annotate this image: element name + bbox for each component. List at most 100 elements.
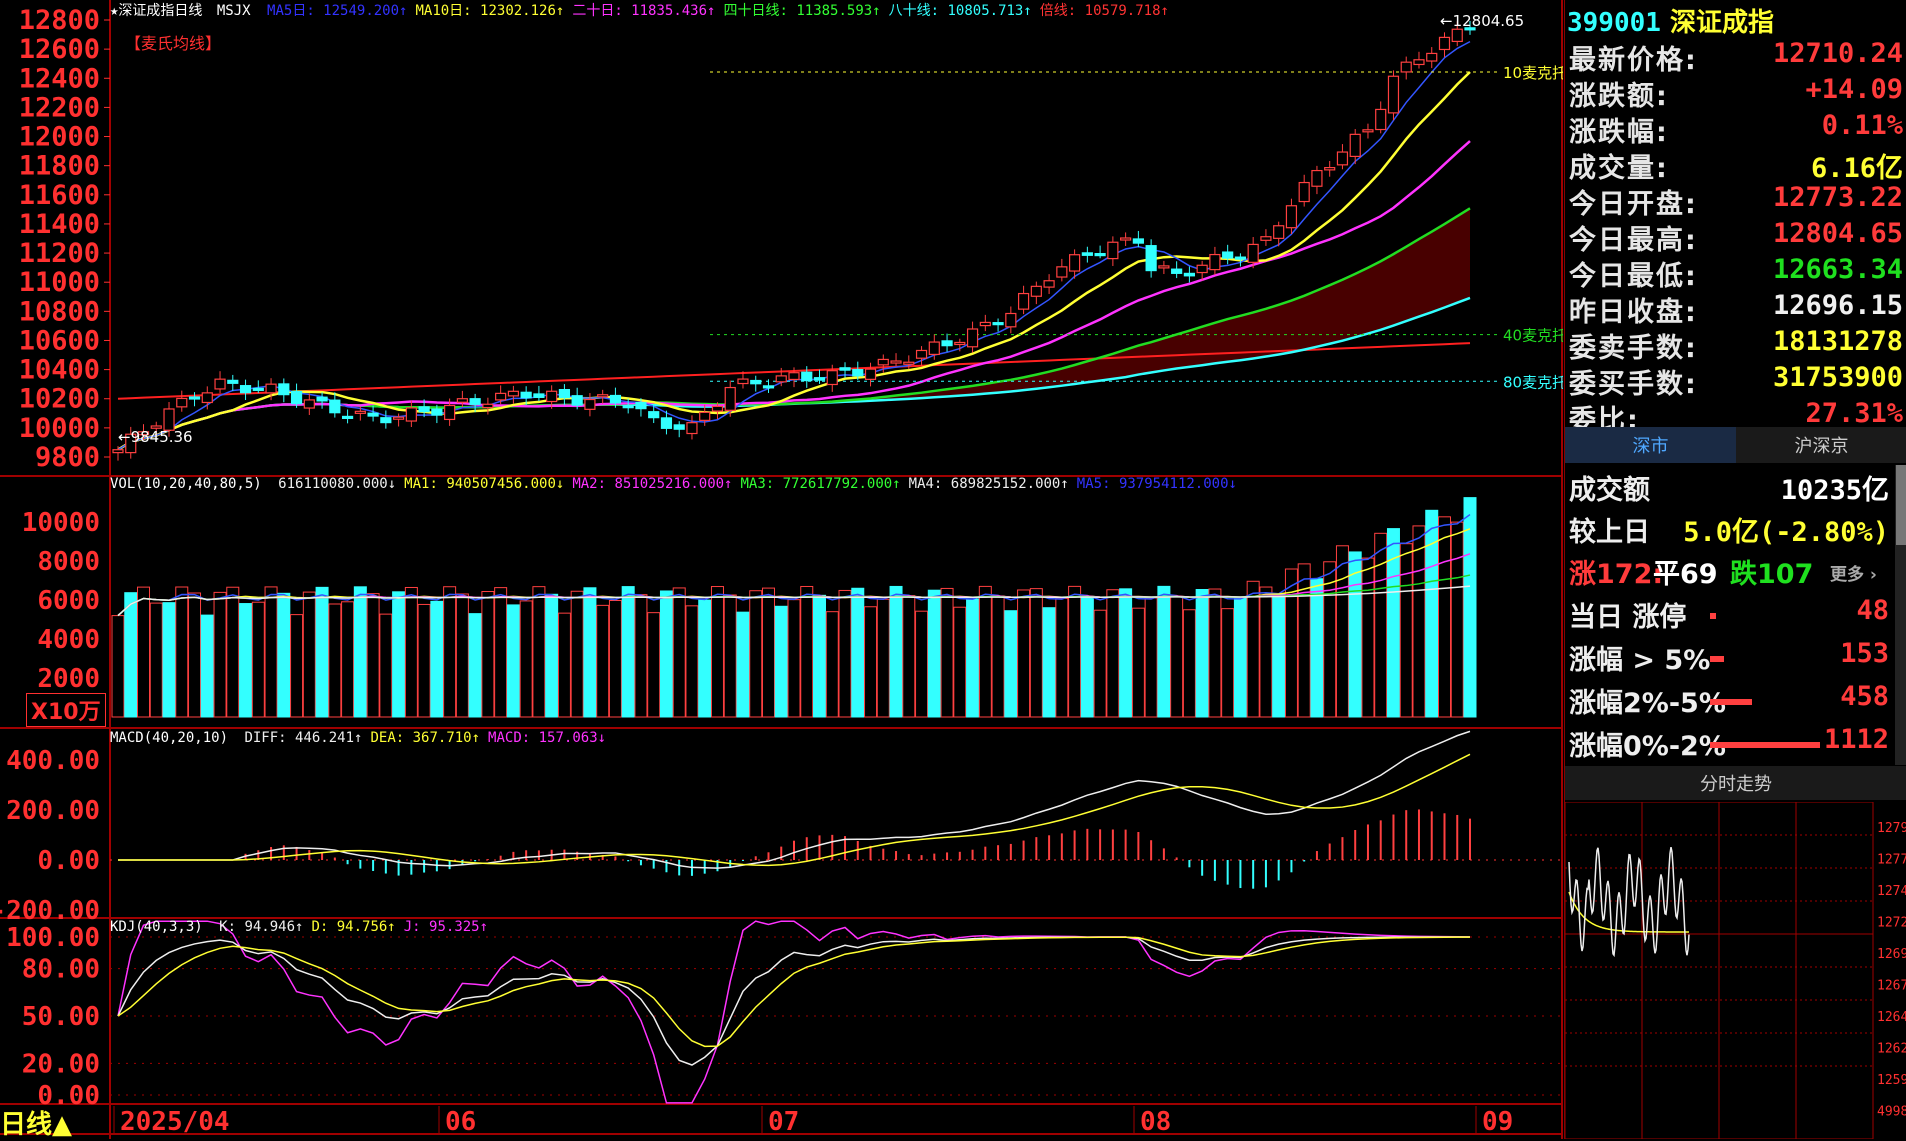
chart-title: ★深证成指日线 bbox=[110, 3, 203, 19]
high-price-marker: ←12804.65 bbox=[1440, 12, 1524, 30]
volume-bar bbox=[1157, 585, 1171, 718]
tab-all-markets[interactable]: 沪深京 bbox=[1736, 427, 1906, 463]
volume-bar bbox=[239, 603, 253, 718]
volume-bar bbox=[876, 598, 890, 718]
quote-panel: 399001 深证成指 最新价格: 12710.24 涨跌额: +14.09 涨跌幅: 0… bbox=[1564, 0, 1906, 1139]
volume-bar bbox=[621, 586, 635, 718]
volume-header: VOL(10,20,40,80,5) 616110080.000↓ MA1: 94… bbox=[110, 476, 1237, 492]
candle-body bbox=[405, 407, 417, 422]
price-tick-label: 11800 bbox=[19, 151, 100, 182]
ma-legend-item-4: 八十线: 10805.713↑ bbox=[888, 3, 1032, 19]
volume-bar bbox=[698, 599, 712, 718]
macd-tick-label: -200.00 bbox=[0, 896, 100, 926]
volume-bar bbox=[379, 613, 393, 718]
volume-bar bbox=[825, 611, 839, 718]
quote-value: 6.16亿 bbox=[1810, 153, 1903, 184]
volume-bar bbox=[851, 587, 865, 718]
quote-value: +14.09 bbox=[1805, 74, 1903, 105]
volume-bar bbox=[1182, 609, 1196, 718]
quote-label: 今日开盘: bbox=[1569, 189, 1698, 220]
candle-body bbox=[1413, 59, 1425, 66]
macd-tick-label: 0.00 bbox=[37, 846, 100, 876]
candle-body bbox=[699, 411, 711, 421]
volume-bar bbox=[545, 593, 559, 718]
candle-body bbox=[1107, 241, 1119, 260]
candle-body bbox=[1400, 61, 1412, 73]
candle-body bbox=[265, 383, 277, 394]
scrollbar-thumb[interactable] bbox=[1896, 465, 1906, 545]
volume-bar bbox=[162, 602, 176, 718]
market-stat-row: 涨幅2%-5% 458 bbox=[1565, 681, 1906, 721]
kdj-legend-item-2: J: 95.325↑ bbox=[403, 919, 489, 935]
candle-body bbox=[1056, 266, 1068, 278]
volume-bar bbox=[264, 586, 278, 718]
candle-body bbox=[456, 398, 468, 403]
candle-body bbox=[903, 361, 915, 365]
candle-body bbox=[1426, 52, 1438, 62]
market-stat-bar bbox=[1710, 613, 1716, 619]
candle-body bbox=[1196, 264, 1208, 274]
volume-bar bbox=[902, 595, 916, 718]
quote-row: 昨日收盘: 12696.15 bbox=[1565, 290, 1906, 328]
volume-bar bbox=[685, 605, 699, 718]
intraday-chart[interactable]: 12798 12772 12747 12722 12696 12671 12645 12620… bbox=[1565, 802, 1906, 1139]
candle-body bbox=[176, 397, 188, 408]
volume-tick-label: 2000 bbox=[37, 664, 100, 694]
candle-body bbox=[762, 385, 775, 389]
volume-bar bbox=[494, 587, 508, 718]
ma-line-5 bbox=[117, 40, 1471, 451]
tab-shenzhen[interactable]: 深市 bbox=[1565, 427, 1736, 463]
volume-bar bbox=[1348, 551, 1362, 718]
volume-bar bbox=[966, 598, 980, 718]
candle-body bbox=[290, 390, 303, 405]
quote-row: 涨跌幅: 0.11% bbox=[1565, 110, 1906, 148]
candle-body bbox=[188, 396, 201, 400]
candle-body bbox=[1158, 265, 1170, 269]
volume-bar bbox=[1412, 525, 1426, 718]
intraday-tick-label: 12772 bbox=[1877, 853, 1906, 868]
candle-body bbox=[1273, 225, 1285, 239]
volume-bar bbox=[1004, 610, 1018, 718]
stock-code: 399001 bbox=[1567, 8, 1661, 38]
candle-body bbox=[737, 378, 749, 385]
ma-legend: MA5日: 12549.200↑ MA10日: 12302.126↑ 二十日: 11… bbox=[259, 3, 1169, 19]
candle-body bbox=[1260, 236, 1272, 241]
volume-legend: 616110080.000↓ MA1: 940507456.000↓ MA2: 85… bbox=[270, 476, 1237, 492]
candle-body bbox=[801, 371, 813, 382]
candle-body bbox=[1043, 280, 1055, 288]
market-stat-row: 涨幅 > 5% 153 bbox=[1565, 638, 1906, 678]
intraday-title[interactable]: 分时走势 bbox=[1565, 766, 1906, 800]
candle-body bbox=[609, 394, 622, 404]
x-date-label: 08 bbox=[1140, 1107, 1171, 1137]
volume-bar bbox=[149, 602, 163, 718]
volume-bar bbox=[392, 591, 406, 718]
volume-bar bbox=[290, 614, 304, 718]
candle-body bbox=[112, 449, 124, 454]
candle-body bbox=[1324, 167, 1336, 171]
period-selector[interactable]: 日线▲ bbox=[0, 1104, 72, 1141]
candle-body bbox=[622, 405, 634, 409]
quote-row: 今日开盘: 12773.22 bbox=[1565, 182, 1906, 220]
ref-line-tag: 80麦克托 bbox=[1503, 373, 1563, 391]
kline-chart-canvas[interactable]: 1280012600124001220012000118001160011400… bbox=[0, 0, 1563, 1139]
volume-bar bbox=[213, 591, 227, 718]
candle-body bbox=[316, 396, 328, 402]
volume-legend-item-1: MA1: 940507456.000↓ bbox=[404, 476, 565, 492]
candle-body bbox=[1285, 205, 1298, 229]
volume-bar bbox=[481, 591, 495, 718]
kline-chart-area[interactable]: 12800 12600 12400 12200 12000 11800 11600 11400… bbox=[0, 0, 1563, 1141]
volume-bar bbox=[1272, 593, 1286, 718]
candle-body bbox=[558, 389, 571, 399]
market-scrollbar[interactable] bbox=[1895, 465, 1906, 765]
more-link[interactable]: 更多 › bbox=[1830, 560, 1877, 585]
volume-bar bbox=[1144, 597, 1158, 718]
market-stat-bar bbox=[1710, 656, 1724, 662]
volume-bar bbox=[124, 592, 138, 718]
price-tick-label: 11200 bbox=[19, 238, 100, 269]
volume-bar bbox=[532, 586, 546, 718]
volume-bar bbox=[647, 612, 661, 718]
quote-label: 涨跌额: bbox=[1569, 81, 1669, 112]
market-stat-label: 涨幅 > 5% bbox=[1569, 645, 1711, 676]
volume-bar bbox=[417, 603, 431, 718]
macd-header: MACD(40,20,10) DIFF: 446.241↑ DEA: 367.71… bbox=[110, 730, 606, 746]
